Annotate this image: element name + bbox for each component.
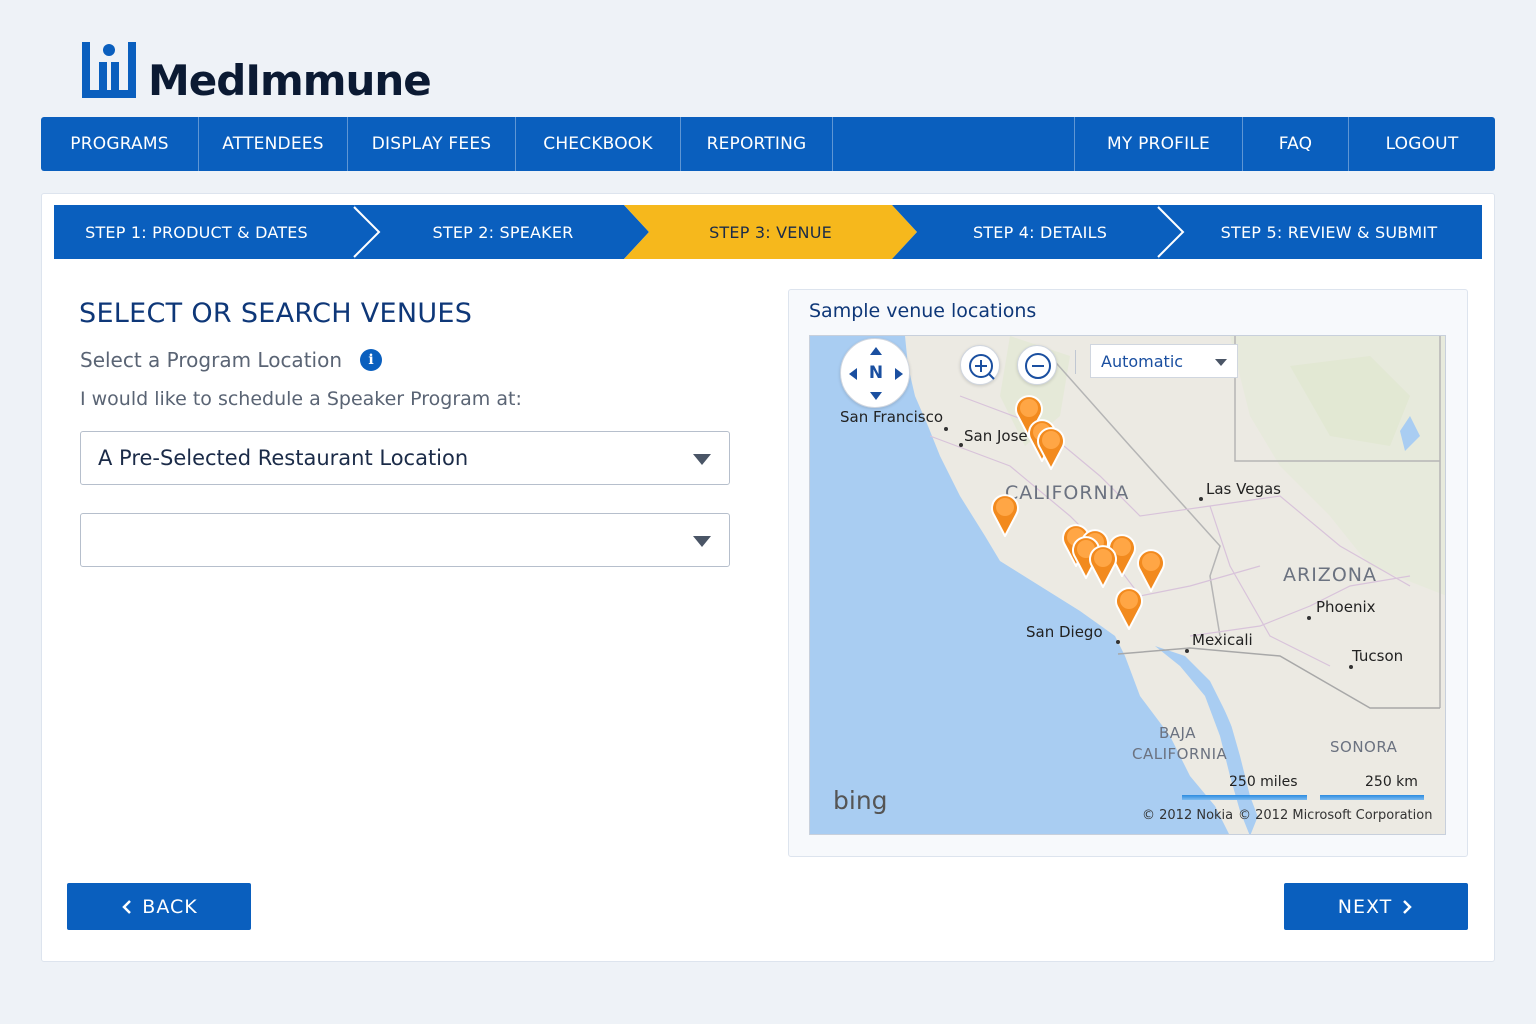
location-type-value: A Pre-Selected Restaurant Location — [98, 446, 469, 470]
zoom-out-icon — [1025, 353, 1051, 379]
city-dot — [1307, 616, 1311, 620]
back-button[interactable]: BACK — [67, 883, 251, 930]
copyright-microsoft: © 2012 Microsoft Corporation — [1238, 808, 1433, 823]
medimmune-logo[interactable]: MedImmune — [82, 40, 432, 105]
copyright-nokia: © 2012 Nokia — [1142, 808, 1234, 823]
nav-faq[interactable]: FAQ — [1243, 117, 1349, 171]
map-pin-icon[interactable] — [990, 493, 1020, 537]
compass-control[interactable]: N — [840, 338, 910, 408]
zoom-out-button[interactable] — [1017, 345, 1057, 385]
map-title: Sample venue locations — [809, 300, 1037, 322]
venue-select[interactable] — [80, 513, 730, 567]
map-pin-icon[interactable] — [1114, 586, 1144, 630]
location-type-select[interactable]: A Pre-Selected Restaurant Location — [80, 431, 730, 485]
venue-heading: SELECT OR SEARCH VENUES — [79, 298, 473, 329]
region-baja-california: CALIFORNIA — [1132, 745, 1228, 763]
venue-map[interactable]: N Automatic CALIFORNIA ARIZONA BAJA CALI… — [809, 335, 1446, 835]
chevron-right-icon — [1403, 899, 1413, 914]
chevron-down-icon — [1215, 359, 1227, 366]
city-dot — [1185, 649, 1189, 653]
city-dot — [1199, 497, 1203, 501]
city-san-francisco: San Francisco — [840, 408, 944, 426]
nav-checkbook[interactable]: CHECKBOOK — [516, 117, 681, 171]
city-las-vegas: Las Vegas — [1206, 480, 1281, 498]
program-location-label: Select a Program Location i — [80, 348, 383, 372]
next-button[interactable]: NEXT — [1284, 883, 1468, 930]
zoom-in-button[interactable] — [960, 345, 1000, 385]
step-wizard: STEP 1: PRODUCT & DATES STEP 2: SPEAKER … — [54, 205, 1482, 259]
scale-miles: 250 miles — [1229, 774, 1298, 790]
step-2-speaker[interactable]: STEP 2: SPEAKER — [369, 205, 637, 259]
map-type-value: Automatic — [1101, 351, 1184, 371]
chevron-left-icon — [122, 899, 132, 914]
chevron-down-icon — [693, 536, 711, 547]
next-button-label: NEXT — [1337, 895, 1393, 918]
brand-name: MedImmune — [148, 55, 432, 105]
city-tucson: Tucson — [1352, 647, 1404, 665]
map-pin-icon[interactable] — [1088, 544, 1118, 588]
map-type-select[interactable]: Automatic — [1090, 344, 1238, 378]
step-1-product-dates[interactable]: STEP 1: PRODUCT & DATES — [54, 205, 339, 259]
region-california: CALIFORNIA — [1005, 482, 1130, 504]
region-arizona: ARIZONA — [1283, 564, 1377, 586]
scale-km: 250 km — [1365, 774, 1418, 790]
city-dot — [959, 443, 963, 447]
nav-my-profile[interactable]: MY PROFILE — [1075, 117, 1243, 171]
nav-programs[interactable]: PROGRAMS — [41, 117, 199, 171]
chevron-down-icon — [693, 454, 711, 465]
scale-bar-miles — [1182, 795, 1307, 800]
pan-down-icon[interactable] — [870, 392, 882, 400]
back-button-label: BACK — [142, 895, 198, 918]
region-baja: BAJA — [1159, 724, 1196, 742]
schedule-label: I would like to schedule a Speaker Progr… — [80, 388, 522, 410]
step-4-details[interactable]: STEP 4: DETAILS — [907, 205, 1173, 259]
step-5-review-submit[interactable]: STEP 5: REVIEW & SUBMIT — [1179, 205, 1479, 259]
bing-logo: bing — [833, 786, 888, 815]
nav-display-fees[interactable]: DISPLAY FEES — [348, 117, 516, 171]
info-icon[interactable]: i — [360, 349, 383, 371]
logo-mark-icon — [82, 42, 136, 98]
city-dot — [1116, 640, 1120, 644]
program-location-text: Select a Program Location — [80, 348, 343, 372]
nav-reporting[interactable]: REPORTING — [681, 117, 833, 171]
nav-spacer — [833, 117, 1075, 171]
city-mexicali: Mexicali — [1192, 631, 1253, 649]
zoom-in-icon — [969, 354, 995, 380]
compass-north-label: N — [868, 363, 884, 383]
nav-attendees[interactable]: ATTENDEES — [199, 117, 348, 171]
pan-up-icon[interactable] — [870, 347, 882, 355]
top-navigation: PROGRAMS ATTENDEES DISPLAY FEES CHECKBOO… — [41, 117, 1495, 171]
city-dot — [1349, 665, 1353, 669]
nav-logout[interactable]: LOGOUT — [1349, 117, 1495, 171]
city-phoenix: Phoenix — [1316, 598, 1376, 616]
region-sonora: SONORA — [1330, 738, 1398, 756]
city-dot — [944, 427, 948, 431]
toolbar-divider — [1075, 350, 1076, 374]
step-3-venue[interactable]: STEP 3: VENUE — [639, 205, 902, 259]
city-san-diego: San Diego — [1026, 623, 1103, 641]
scale-bar-km — [1320, 795, 1424, 800]
map-pin-icon[interactable] — [1036, 426, 1066, 470]
